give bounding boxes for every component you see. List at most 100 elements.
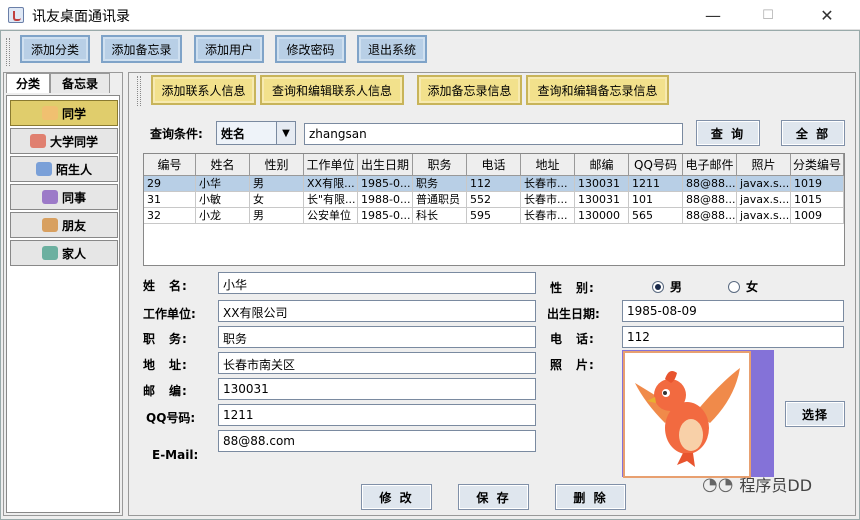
query-edit-memo-button[interactable]: 查询和编辑备忘录信息	[526, 75, 669, 105]
category-label: 大学同学	[49, 134, 98, 149]
qq-field[interactable]: 1211	[218, 404, 536, 426]
column-header[interactable]: 编号	[144, 154, 196, 176]
close-button[interactable]: ✕	[804, 0, 850, 30]
add-user-button[interactable]: 添加用户	[194, 35, 264, 63]
cell-email: 88@88...	[683, 192, 737, 208]
zip-field[interactable]: 130031	[218, 378, 536, 400]
query-edit-contact-button[interactable]: 查询和编辑联系人信息	[260, 75, 404, 105]
cell-email: 88@88...	[683, 208, 737, 224]
tab-category[interactable]: 分类	[6, 73, 50, 93]
company-field[interactable]: XX有限公司	[218, 300, 536, 322]
cell-phone: 552	[467, 192, 521, 208]
radio-checked-icon[interactable]	[652, 280, 664, 293]
watermark-text: 程序员DD	[739, 476, 813, 495]
category-item-classmate[interactable]: 同学	[10, 100, 118, 126]
column-header[interactable]: 地址	[521, 154, 575, 176]
birth-field[interactable]: 1985-08-09	[622, 300, 844, 322]
column-header[interactable]: 姓名	[196, 154, 250, 176]
column-header[interactable]: 电话	[467, 154, 521, 176]
add-memo-info-button[interactable]: 添加备忘录信息	[417, 75, 522, 105]
wechat-icon: ◔◔	[702, 473, 734, 495]
column-header[interactable]: 照片	[737, 154, 791, 176]
change-password-button[interactable]: 修改密码	[275, 35, 346, 63]
category-label: 同学	[61, 106, 86, 121]
delete-button[interactable]: 删 除	[555, 484, 626, 510]
category-label: 朋友	[61, 218, 86, 233]
radio-unchecked-icon[interactable]	[728, 280, 740, 293]
address-label: 地 址:	[143, 358, 188, 372]
photo-panel	[622, 350, 774, 478]
window-title: 讯友桌面通讯录	[32, 9, 130, 25]
add-category-button[interactable]: 添加分类	[20, 35, 90, 63]
add-contact-button[interactable]: 添加联系人信息	[151, 75, 256, 105]
email-label: E-Mail:	[152, 448, 199, 462]
cell-birth: 1985-0...	[358, 176, 413, 192]
gender-female-option[interactable]: 女	[728, 278, 758, 295]
photo-label: 照 片:	[550, 358, 595, 372]
cell-zip: 130031	[575, 192, 629, 208]
column-header[interactable]: QQ号码	[629, 154, 683, 176]
cell-category-id: 1009	[791, 208, 844, 224]
address-field[interactable]: 长春市南关区	[218, 352, 536, 374]
phone-field[interactable]: 112	[622, 326, 844, 348]
tabbar-grip[interactable]	[137, 76, 141, 106]
cell-photo: javax.s...	[737, 176, 791, 192]
maximize-button[interactable]: ☐	[745, 0, 791, 30]
table-row[interactable]: 29 小华 男 XX有限... 1985-0... 职务 112 长春市... …	[144, 176, 844, 192]
query-condition-label: 查询条件:	[150, 127, 203, 141]
toolbar-grip[interactable]	[6, 38, 10, 66]
contact-table[interactable]: 编号 姓名 性别 工作单位 出生日期 职务 电话 地址 邮编 QQ号码 电子邮件…	[143, 153, 845, 266]
column-header[interactable]: 电子邮件	[683, 154, 737, 176]
category-item-stranger[interactable]: 陌生人	[10, 156, 118, 182]
gender-male-option[interactable]: 男	[652, 278, 682, 295]
query-input[interactable]: zhangsan	[304, 123, 683, 145]
cell-name: 小敏	[196, 192, 250, 208]
column-header[interactable]: 性别	[250, 154, 304, 176]
cell-category-id: 1019	[791, 176, 844, 192]
cell-company: 长"有限...	[304, 192, 358, 208]
show-all-button[interactable]: 全 部	[781, 120, 845, 146]
gender-male-label: 男	[670, 280, 683, 294]
cell-position: 普通职员	[413, 192, 467, 208]
category-item-family[interactable]: 家人	[10, 240, 118, 266]
category-item-friend[interactable]: 朋友	[10, 212, 118, 238]
bird-photo-image	[623, 351, 751, 478]
choose-photo-button[interactable]: 选择	[785, 401, 845, 427]
search-button[interactable]: 查 询	[696, 120, 760, 146]
title-bar: 讯友桌面通讯录 — ☐ ✕	[0, 0, 860, 30]
column-header[interactable]: 工作单位	[304, 154, 358, 176]
save-button[interactable]: 保 存	[458, 484, 529, 510]
table-row[interactable]: 32 小龙 男 公安单位 1985-0... 科长 595 长春市... 130…	[144, 208, 844, 224]
cell-qq: 101	[629, 192, 683, 208]
exit-system-button[interactable]: 退出系统	[357, 35, 427, 63]
chevron-down-icon[interactable]: ▼	[276, 122, 295, 144]
cell-position: 职务	[413, 176, 467, 192]
category-item-colleague[interactable]: 同事	[10, 184, 118, 210]
cell-address: 长春市...	[521, 176, 575, 192]
modify-button[interactable]: 修 改	[361, 484, 432, 510]
group-icon	[29, 134, 46, 148]
category-item-college-classmate[interactable]: 大学同学	[10, 128, 118, 154]
gender-female-label: 女	[746, 280, 759, 294]
column-header[interactable]: 分类编号	[791, 154, 844, 176]
cell-company: XX有限...	[304, 176, 358, 192]
cell-qq: 1211	[629, 176, 683, 192]
cell-zip: 130000	[575, 208, 629, 224]
qq-label: QQ号码:	[146, 411, 196, 425]
category-label: 同事	[61, 190, 86, 205]
name-field[interactable]: 小华	[218, 272, 536, 294]
email-field[interactable]: 88@88.com	[218, 430, 536, 452]
friend-icon	[41, 218, 58, 232]
table-row[interactable]: 31 小敏 女 长"有限... 1988-0... 普通职员 552 长春市..…	[144, 192, 844, 208]
cell-id: 32	[144, 208, 196, 224]
add-memo-button[interactable]: 添加备忘录	[101, 35, 182, 63]
cell-name: 小华	[196, 176, 250, 192]
cell-email: 88@88...	[683, 176, 737, 192]
query-field-value: 姓名	[221, 127, 246, 141]
position-field[interactable]: 职务	[218, 326, 536, 348]
column-header[interactable]: 出生日期	[358, 154, 413, 176]
minimize-button[interactable]: —	[690, 0, 736, 30]
column-header[interactable]: 职务	[413, 154, 467, 176]
tab-memo[interactable]: 备忘录	[50, 73, 110, 93]
column-header[interactable]: 邮编	[575, 154, 629, 176]
